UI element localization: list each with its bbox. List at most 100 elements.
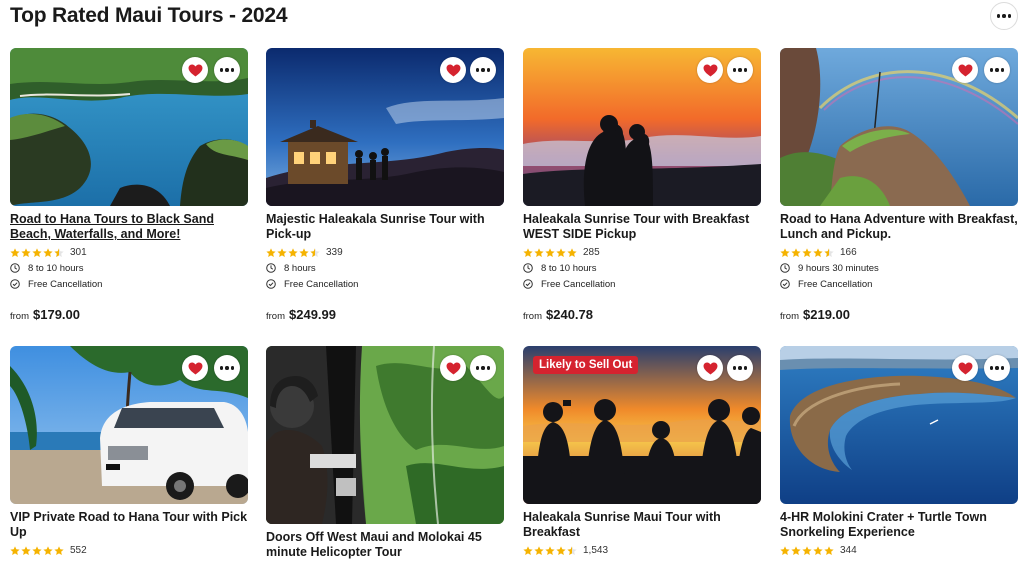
save-to-wishlist-button[interactable] [697,355,723,381]
star-icon [523,248,533,258]
tour-title[interactable]: Doors Off West Maui and Molokai 45 minut… [266,530,504,560]
more-options-button[interactable] [727,57,753,83]
star-half-icon [310,248,320,258]
star-icon [288,248,298,258]
save-to-wishlist-button[interactable] [440,355,466,381]
more-horizontal-icon [996,14,1012,18]
page-title: Top Rated Maui Tours - 2024 [10,4,288,27]
duration: 8 hours [266,261,504,275]
tour-card[interactable]: Road to Hana Tours to Black Sand Beach, … [10,48,248,322]
save-to-wishlist-button[interactable] [182,355,208,381]
heart-icon [958,64,973,77]
tour-card[interactable]: Likely to Sell Out Haleakala Sunrise Mau… [523,346,761,557]
save-to-wishlist-button[interactable] [952,57,978,83]
tour-image[interactable] [266,48,504,206]
tour-card[interactable]: Doors Off West Maui and Molokai 45 minut… [266,346,504,560]
review-count: 301 [70,247,87,258]
tour-image[interactable] [523,48,761,206]
rating: 285 [523,246,761,259]
price: from $249.99 [266,307,336,322]
more-options-button[interactable] [727,355,753,381]
price: from $179.00 [10,307,80,322]
tour-title[interactable]: VIP Private Road to Hana Tour with Pick … [10,510,248,540]
tour-title[interactable]: 4-HR Molokini Crater + Turtle Town Snork… [780,510,1018,540]
tour-card[interactable]: VIP Private Road to Hana Tour with Pick … [10,346,248,557]
star-icon [10,248,20,258]
clock-icon [10,263,20,273]
tour-image[interactable] [10,346,248,504]
tour-title[interactable]: Haleakala Sunrise Maui Tour with Breakfa… [523,510,761,540]
star-half-icon [567,546,577,556]
tour-title[interactable]: Majestic Haleakala Sunrise Tour with Pic… [266,212,504,242]
duration-text: 9 hours 30 minutes [798,262,879,274]
price: from $240.78 [523,307,593,322]
tour-photo [10,48,248,206]
more-horizontal-icon [732,366,748,370]
star-icon [791,248,801,258]
star-icon [266,248,276,258]
star-icon [556,546,566,556]
more-horizontal-icon [989,68,1005,72]
star-icon [813,546,823,556]
star-rating [266,248,320,258]
rating: 552 [10,544,248,557]
duration-text: 8 hours [284,262,316,274]
tour-title[interactable]: Road to Hana Adventure with Breakfast, L… [780,212,1018,242]
rating: 166 [780,246,1018,259]
star-icon [556,248,566,258]
price-from-label: from [10,311,29,322]
tour-image[interactable] [780,346,1018,504]
tour-card[interactable]: Road to Hana Adventure with Breakfast, L… [780,48,1018,322]
tour-title[interactable]: Haleakala Sunrise Tour with Breakfast WE… [523,212,761,242]
more-options-button[interactable] [214,57,240,83]
heart-icon [188,64,203,77]
cancellation: Free Cancellation [10,277,248,291]
tour-title[interactable]: Road to Hana Tours to Black Sand Beach, … [10,212,248,242]
tour-image[interactable] [10,48,248,206]
review-count: 339 [326,247,343,258]
tour-card[interactable]: 4-HR Molokini Crater + Turtle Town Snork… [780,346,1018,557]
save-to-wishlist-button[interactable] [182,57,208,83]
cancellation-text: Free Cancellation [798,278,873,290]
rating: 301 [10,246,248,259]
tour-image[interactable] [780,48,1018,206]
star-icon [534,546,544,556]
star-icon [567,248,577,258]
tour-card[interactable]: Haleakala Sunrise Tour with Breakfast WE… [523,48,761,322]
star-icon [780,546,790,556]
rating: 339 [266,246,504,259]
more-horizontal-icon [475,68,491,72]
more-options-button[interactable] [470,57,496,83]
cancellation-text: Free Cancellation [541,278,616,290]
tour-photo [523,48,761,206]
star-icon [32,248,42,258]
star-icon [545,248,555,258]
star-half-icon [824,248,834,258]
more-horizontal-icon [219,68,235,72]
price-value: $240.78 [546,307,593,322]
tour-photo [266,346,504,524]
tour-image[interactable]: Likely to Sell Out [523,346,761,504]
more-options-button[interactable] [984,57,1010,83]
more-options-button[interactable] [214,355,240,381]
more-options-button[interactable] [984,355,1010,381]
star-rating [780,248,834,258]
cancellation: Free Cancellation [266,277,504,291]
star-rating [10,546,64,556]
likely-to-sell-out-badge: Likely to Sell Out [533,356,639,374]
tour-card[interactable]: Majestic Haleakala Sunrise Tour with Pic… [266,48,504,322]
check-circle-icon [266,279,276,289]
heart-icon [703,64,718,77]
more-options-button[interactable] [470,355,496,381]
save-to-wishlist-button[interactable] [697,57,723,83]
more-options-button[interactable] [990,2,1018,30]
save-to-wishlist-button[interactable] [440,57,466,83]
clock-icon [266,263,276,273]
save-to-wishlist-button[interactable] [952,355,978,381]
tour-photo [10,346,248,504]
cancellation: Free Cancellation [780,277,1018,291]
star-icon [534,248,544,258]
price-from-label: from [266,311,285,322]
tour-image[interactable] [266,346,504,524]
star-icon [21,248,31,258]
